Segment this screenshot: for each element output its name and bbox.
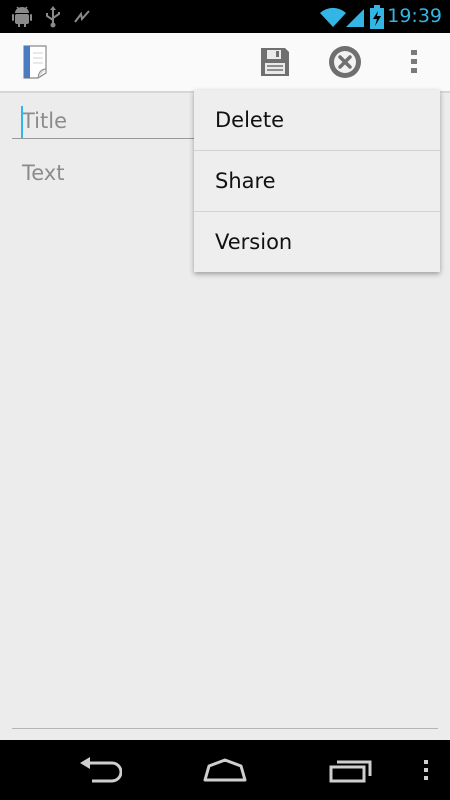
- save-icon[interactable]: [250, 33, 300, 91]
- navigation-bar: [0, 740, 450, 800]
- menu-item-share[interactable]: Share: [194, 151, 440, 212]
- notepad-icon[interactable]: [12, 33, 58, 91]
- back-icon[interactable]: [70, 740, 130, 800]
- status-bar: 19:39: [0, 0, 450, 33]
- battery-charging-icon: [370, 0, 384, 33]
- wifi-icon: [320, 0, 346, 33]
- home-icon[interactable]: [196, 740, 254, 800]
- activity-icon: [74, 0, 90, 33]
- signal-icon: [346, 0, 364, 33]
- menu-item-version[interactable]: Version: [194, 212, 440, 272]
- text-cursor: [21, 106, 23, 138]
- overflow-menu-icon[interactable]: [396, 33, 432, 91]
- discard-icon[interactable]: [320, 33, 370, 91]
- recent-apps-icon[interactable]: [322, 740, 380, 800]
- clock: 19:39: [387, 5, 442, 27]
- usb-icon: [44, 0, 62, 33]
- menu-item-delete[interactable]: Delete: [194, 90, 440, 151]
- android-debug-icon: [12, 0, 32, 33]
- action-bar: [0, 33, 450, 93]
- overflow-menu: Delete Share Version: [194, 90, 440, 272]
- menu-icon[interactable]: [414, 740, 438, 800]
